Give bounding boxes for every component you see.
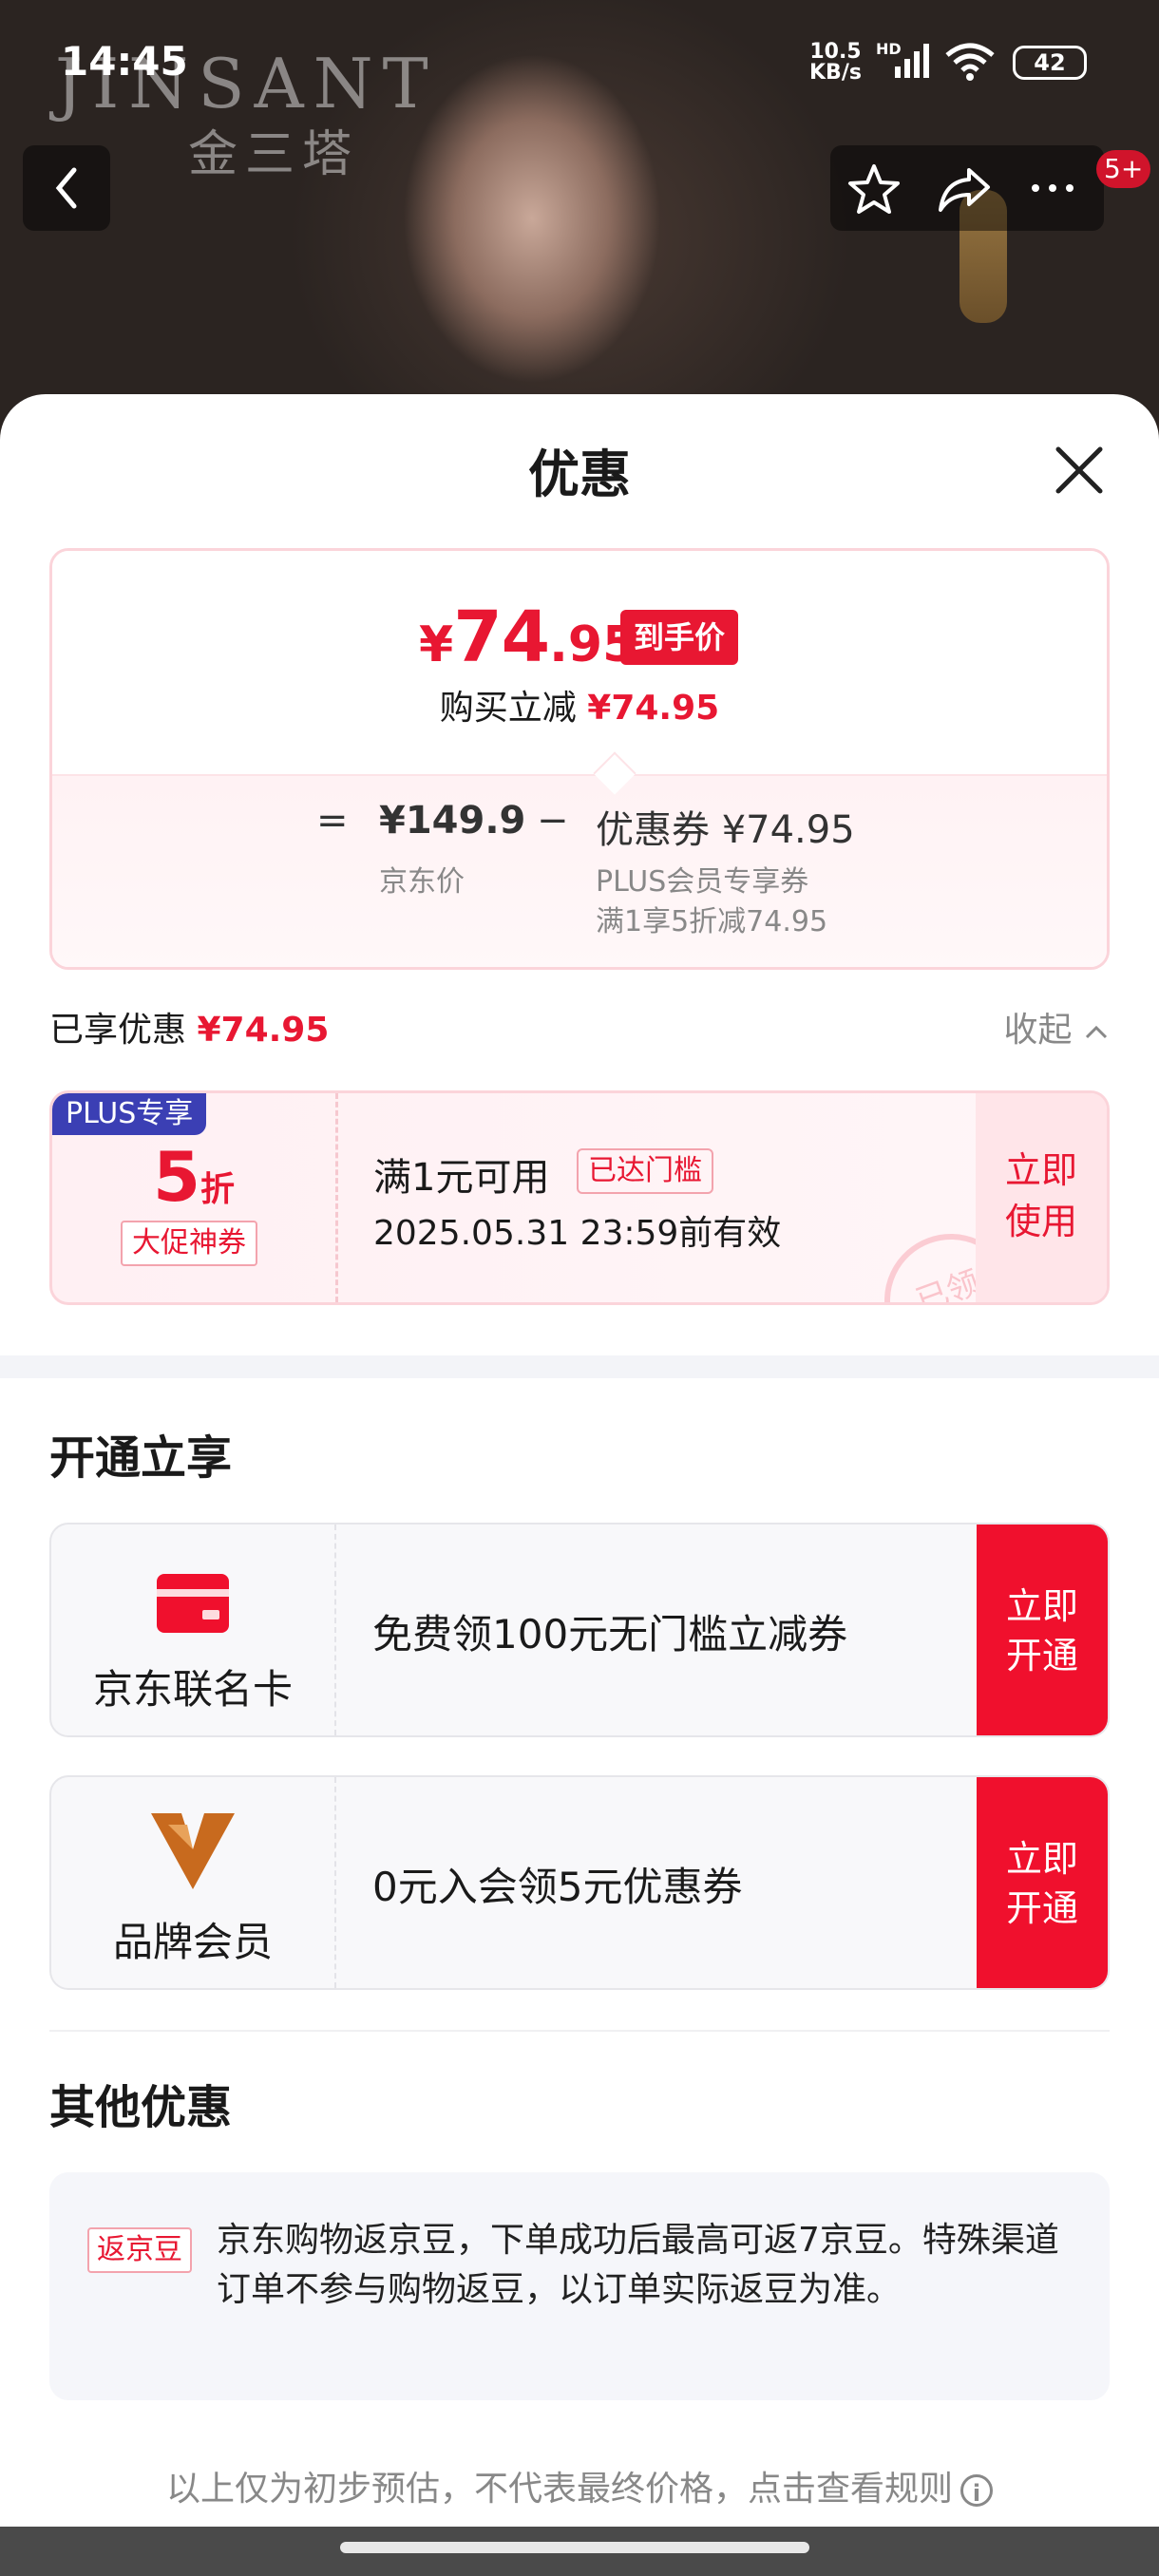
divider	[49, 2030, 1110, 2032]
enjoyed-discount: 已享优惠 ¥74.95	[49, 1002, 329, 1051]
info-icon: i	[960, 2474, 993, 2507]
card-icon	[157, 1574, 229, 1633]
status-bar: 14:45 10.5 KB/s HD 42	[0, 0, 1159, 123]
footer-note[interactable]: 以上仅为初步预估，不代表最终价格，点击查看规则 i	[0, 2461, 1159, 2510]
benefit-card-jd: 京东联名卡 免费领100元无门槛立减券 立即 开通	[49, 1523, 1110, 1737]
promo-tag: 大促神券	[121, 1221, 257, 1266]
more-icon[interactable]	[1022, 159, 1083, 218]
coupon-card: 5折 大促神券 PLUS专享 满1元可用 已达门槛 2025.05.31 23:…	[49, 1090, 1110, 1305]
brand-logo-cn: 金三塔	[188, 126, 360, 183]
footer-note-text: 以上仅为初步预估，不代表最终价格，点击查看规则	[165, 2470, 953, 2509]
final-currency: ¥	[419, 616, 454, 673]
coupon-discount: 5折	[52, 1137, 335, 1217]
benefit-desc: 0元入会领5元优惠券	[372, 1864, 743, 1910]
equals-sign: =	[316, 799, 349, 843]
coupon-price: 优惠券 ¥74.95	[596, 808, 855, 852]
discount-sheet: 优惠 ¥74.95 到手价 购买立减 ¥74.95 = ¥149.9 京东价 −…	[0, 394, 1159, 2576]
reduce-line: 购买立减 ¥74.95	[52, 680, 1107, 729]
btn-line2: 开通	[1005, 1887, 1078, 1929]
status-time: 14:45	[61, 38, 188, 85]
other-section-title: 其他优惠	[49, 2081, 233, 2134]
coupon-validity: 2025.05.31 23:59前有效	[373, 1214, 782, 1253]
signal-icon	[895, 44, 929, 78]
sheet-title: 优惠	[528, 445, 631, 504]
btn-line1: 立即	[1005, 1838, 1078, 1880]
open-card-button[interactable]: 立即 开通	[977, 1525, 1108, 1735]
use-coupon-button[interactable]: 立即 使用	[976, 1093, 1107, 1302]
discount-number: 5	[152, 1137, 201, 1217]
chevron-left-icon	[55, 167, 77, 209]
final-price-tag: 到手价	[620, 610, 739, 665]
benefit-left: 京东联名卡	[51, 1525, 336, 1735]
enjoyed-amount: ¥74.95	[197, 1011, 330, 1050]
coupon-sub-label: PLUS会员专享券	[596, 865, 809, 899]
final-int: 74	[453, 597, 550, 678]
net-speed-unit: KB/s	[809, 61, 862, 85]
discount-unit: 折	[200, 1170, 236, 1209]
final-price: ¥74.95	[419, 597, 636, 678]
btn-line1: 立即	[1005, 1585, 1078, 1627]
use-line2: 使用	[1004, 1201, 1077, 1242]
share-icon[interactable]	[933, 159, 994, 218]
use-line1: 立即	[1004, 1149, 1077, 1191]
benefit-left: 品牌会员	[51, 1777, 336, 1988]
notification-badge: 5+	[1096, 150, 1151, 188]
home-indicator[interactable]	[340, 2542, 809, 2553]
close-icon[interactable]	[1051, 442, 1108, 499]
battery-icon: 42	[1013, 46, 1087, 80]
coupon-sub-rule: 满1享5折减74.95	[596, 905, 828, 938]
net-speed-value: 10.5	[809, 40, 862, 64]
top-actions	[830, 145, 1104, 231]
jingdou-tag: 返京豆	[87, 2227, 192, 2273]
reduce-amount: ¥74.95	[587, 689, 720, 728]
plus-tag: PLUS专享	[52, 1093, 207, 1135]
jingdou-text: 京东购物返京豆，下单成功后最高可返7京豆。特殊渠道订单不参与购物返豆，以订单实际…	[217, 2221, 1059, 2309]
open-section-title: 开通立享	[49, 1431, 233, 1485]
benefit-card-member: 品牌会员 0元入会领5元优惠券 立即 开通	[49, 1775, 1110, 1990]
benefit-label: 京东联名卡	[92, 1666, 293, 1713]
brand-member-icon	[151, 1813, 235, 1889]
minus-sign: −	[537, 799, 569, 843]
jd-price-label: 京东价	[379, 865, 465, 899]
jd-price: ¥149.9	[379, 799, 526, 843]
benefit-label: 品牌会员	[112, 1919, 273, 1965]
btn-line2: 开通	[1005, 1635, 1078, 1676]
wifi-icon	[945, 43, 995, 81]
coupon-condition: 满1元可用	[373, 1156, 550, 1200]
price-breakdown: = ¥149.9 京东价 − 优惠券 ¥74.95 PLUS会员专享券 满1享5…	[52, 774, 1107, 967]
back-button[interactable]	[23, 145, 110, 231]
benefit-desc: 免费领100元无门槛立减券	[372, 1611, 848, 1657]
collapse-label: 收起	[1003, 1011, 1073, 1050]
other-discount-box: 返京豆 京东购物返京豆，下单成功后最高可返7京豆。特殊渠道订单不参与购物返豆，以…	[49, 2172, 1110, 2400]
reduce-label: 购买立减	[439, 689, 577, 728]
collapse-button[interactable]: 收起	[1004, 1002, 1110, 1051]
net-speed: 10.5 KB/s	[809, 42, 862, 84]
join-member-button[interactable]: 立即 开通	[977, 1777, 1108, 1988]
price-top: ¥74.95 到手价 购买立减 ¥74.95	[52, 551, 1107, 774]
price-summary-card: ¥74.95 到手价 购买立减 ¥74.95 = ¥149.9 京东价 − 优惠…	[49, 548, 1110, 970]
section-divider	[0, 1355, 1159, 1378]
chevron-up-icon	[1085, 1025, 1108, 1039]
reached-tag: 已达门槛	[577, 1148, 713, 1194]
enjoyed-label: 已享优惠	[49, 1011, 187, 1050]
star-icon[interactable]	[844, 159, 904, 218]
